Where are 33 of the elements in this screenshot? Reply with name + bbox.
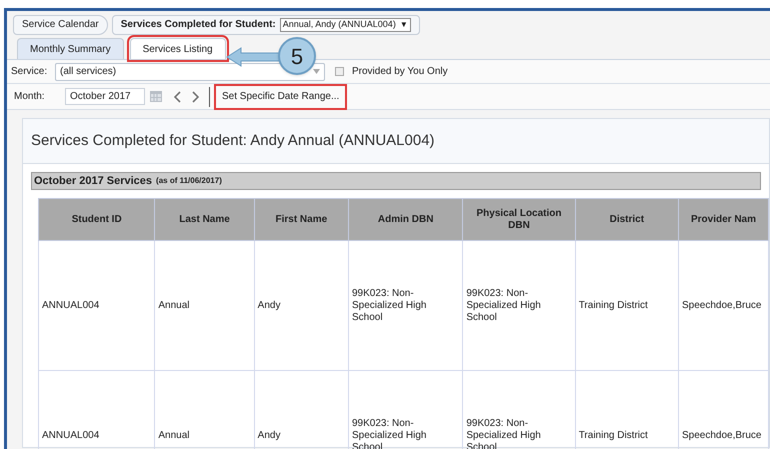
- table-cell: ANNUAL004: [38, 370, 155, 449]
- panel-title: Services Completed for Student: Andy Annual (ANNUAL004): [31, 130, 435, 151]
- checkbox[interactable]: [335, 67, 344, 76]
- student-dropdown[interactable]: Annual, Andy (ANNUAL004) ▼: [280, 18, 411, 32]
- column-header: Physical Location DBN: [462, 198, 576, 240]
- table-cell: ANNUAL004: [38, 240, 155, 370]
- caret-icon: [313, 69, 320, 74]
- table-cell: Andy: [254, 240, 348, 370]
- month-field[interactable]: October 2017: [65, 88, 145, 105]
- date-range-button[interactable]: Set Specific Date Range...: [216, 86, 346, 108]
- table-cell: 99K023: Non-Specialized High School: [462, 240, 576, 370]
- next-icon[interactable]: [192, 90, 199, 102]
- checkbox-label: Provided by You Only: [352, 65, 448, 79]
- breadcrumb-link[interactable]: Service Calendar: [13, 14, 108, 34]
- step-badge: 5: [278, 37, 316, 75]
- column-header: Student ID: [38, 198, 155, 240]
- previous-icon[interactable]: [174, 90, 181, 102]
- field-label: Service:: [11, 65, 48, 79]
- column-header: Admin DBN: [348, 198, 463, 240]
- column-header: Last Name: [154, 198, 254, 240]
- tab[interactable]: Services Listing: [130, 38, 226, 59]
- tab[interactable]: Monthly Summary: [17, 38, 124, 59]
- table-cell: 99K023: Non-Specialized High School: [348, 240, 463, 370]
- section-note: (as of 11/06/2017): [156, 175, 222, 187]
- breadcrumb-label: Services Completed for Student:: [120, 18, 276, 32]
- table-cell: Speechdoe,Bruce: [678, 240, 768, 370]
- section-title: October 2017 Services: [34, 174, 152, 189]
- table-cell: Training District: [575, 240, 678, 370]
- table-cell: Annual: [154, 240, 254, 370]
- field-label: Month:: [13, 90, 46, 104]
- column-header: District: [575, 198, 678, 240]
- column-header: First Name: [254, 198, 348, 240]
- column-header: Provider Nam: [678, 198, 768, 240]
